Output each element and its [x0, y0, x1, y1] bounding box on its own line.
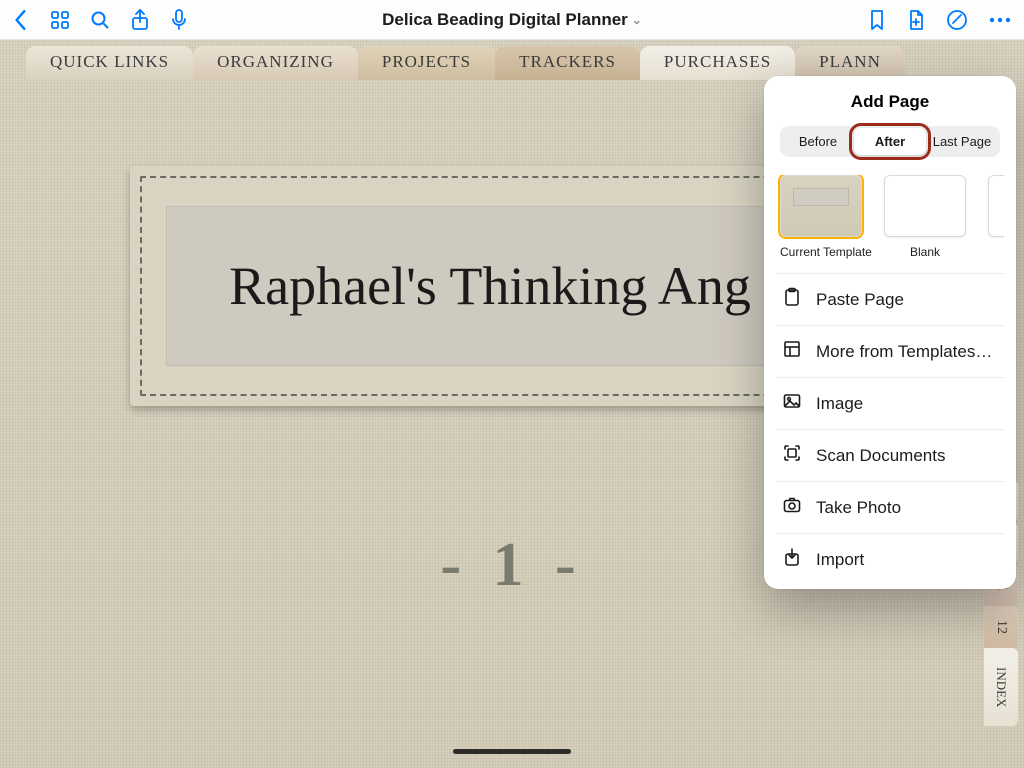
tab-quick-links[interactable]: QUICK LINKS [26, 46, 193, 80]
more-icon[interactable] [988, 10, 1012, 30]
menu-item-label: Paste Page [816, 290, 904, 310]
menu-scan-documents[interactable]: Scan Documents [776, 429, 1004, 481]
import-icon [782, 547, 802, 572]
more-icon [782, 339, 802, 364]
home-indicator [453, 749, 571, 754]
position-segmented-control[interactable]: BeforeAfterLast Page [780, 126, 1000, 157]
template-thumb-blank[interactable]: Blank [884, 175, 966, 259]
menu-take-photo[interactable]: Take Photo [776, 481, 1004, 533]
annotate-icon[interactable] [946, 9, 968, 31]
add-page-menu: Paste Page More from Templates… Image Scan … [776, 273, 1004, 585]
title-plate: Raphael's Thinking Ang [166, 206, 814, 366]
menu-image[interactable]: Image [776, 377, 1004, 429]
menu-paste-page[interactable]: Paste Page [776, 273, 1004, 325]
tab-purchases[interactable]: PURCHASES [640, 46, 795, 80]
segment-last-page[interactable]: Last Page [926, 128, 998, 155]
tab-trackers[interactable]: TRACKERS [495, 46, 640, 80]
segment-before[interactable]: Before [782, 128, 854, 155]
popover-heading: Add Page [776, 92, 1004, 112]
template-thumb-label: Blank [988, 245, 1004, 259]
menu-item-label: Image [816, 394, 863, 414]
bookmark-icon[interactable] [868, 9, 886, 31]
planner-page: QUICK LINKSORGANIZINGPROJECTSTRACKERSPUR… [0, 40, 1024, 768]
template-thumb-blank[interactable]: Blank [988, 175, 1004, 259]
template-thumbnails: Current Template Blank Blank [776, 175, 1004, 263]
menu-item-label: Scan Documents [816, 446, 945, 466]
tabs-row: QUICK LINKSORGANIZINGPROJECTSTRACKERSPUR… [26, 46, 905, 80]
tab-organizing[interactable]: ORGANIZING [193, 46, 358, 80]
menu-more-from-templates[interactable]: More from Templates… [776, 325, 1004, 377]
planner-title-script: Raphael's Thinking Ang [229, 255, 751, 317]
tab-plann[interactable]: PLANN [795, 46, 905, 80]
add-page-icon[interactable] [906, 9, 926, 31]
menu-item-label: Import [816, 550, 864, 570]
menu-import[interactable]: Import [776, 533, 1004, 585]
paste-icon [782, 287, 802, 312]
menu-item-label: More from Templates… [816, 342, 992, 362]
take-icon [782, 495, 802, 520]
template-thumb-current-template[interactable]: Current Template [780, 175, 862, 259]
template-thumb-label: Current Template [780, 245, 862, 259]
search-icon[interactable] [90, 10, 110, 30]
side-tab-index[interactable]: INDEX [984, 648, 1018, 726]
add-page-popover: Add Page BeforeAfterLast Page Current Te… [764, 76, 1016, 589]
share-icon[interactable] [130, 9, 150, 31]
template-thumb-preview [884, 175, 966, 237]
back-icon[interactable] [12, 9, 30, 31]
scan-icon [782, 443, 802, 468]
side-tab-12[interactable]: 12 [984, 606, 1018, 648]
template-thumb-preview [780, 175, 862, 237]
mic-icon[interactable] [170, 9, 188, 31]
template-thumb-label: Blank [884, 245, 966, 259]
top-toolbar: Delica Beading Digital Planner ⌄ [0, 0, 1024, 40]
tab-projects[interactable]: PROJECTS [358, 46, 495, 80]
grid-icon[interactable] [50, 10, 70, 30]
document-title[interactable]: Delica Beading Digital Planner ⌄ [382, 10, 642, 30]
image-icon [782, 391, 802, 416]
template-thumb-preview [988, 175, 1004, 237]
chevron-down-icon: ⌄ [632, 13, 642, 27]
document-title-text: Delica Beading Digital Planner [382, 10, 628, 30]
title-panel: Raphael's Thinking Ang [130, 166, 850, 406]
menu-item-label: Take Photo [816, 498, 901, 518]
segment-after[interactable]: After [854, 128, 926, 155]
